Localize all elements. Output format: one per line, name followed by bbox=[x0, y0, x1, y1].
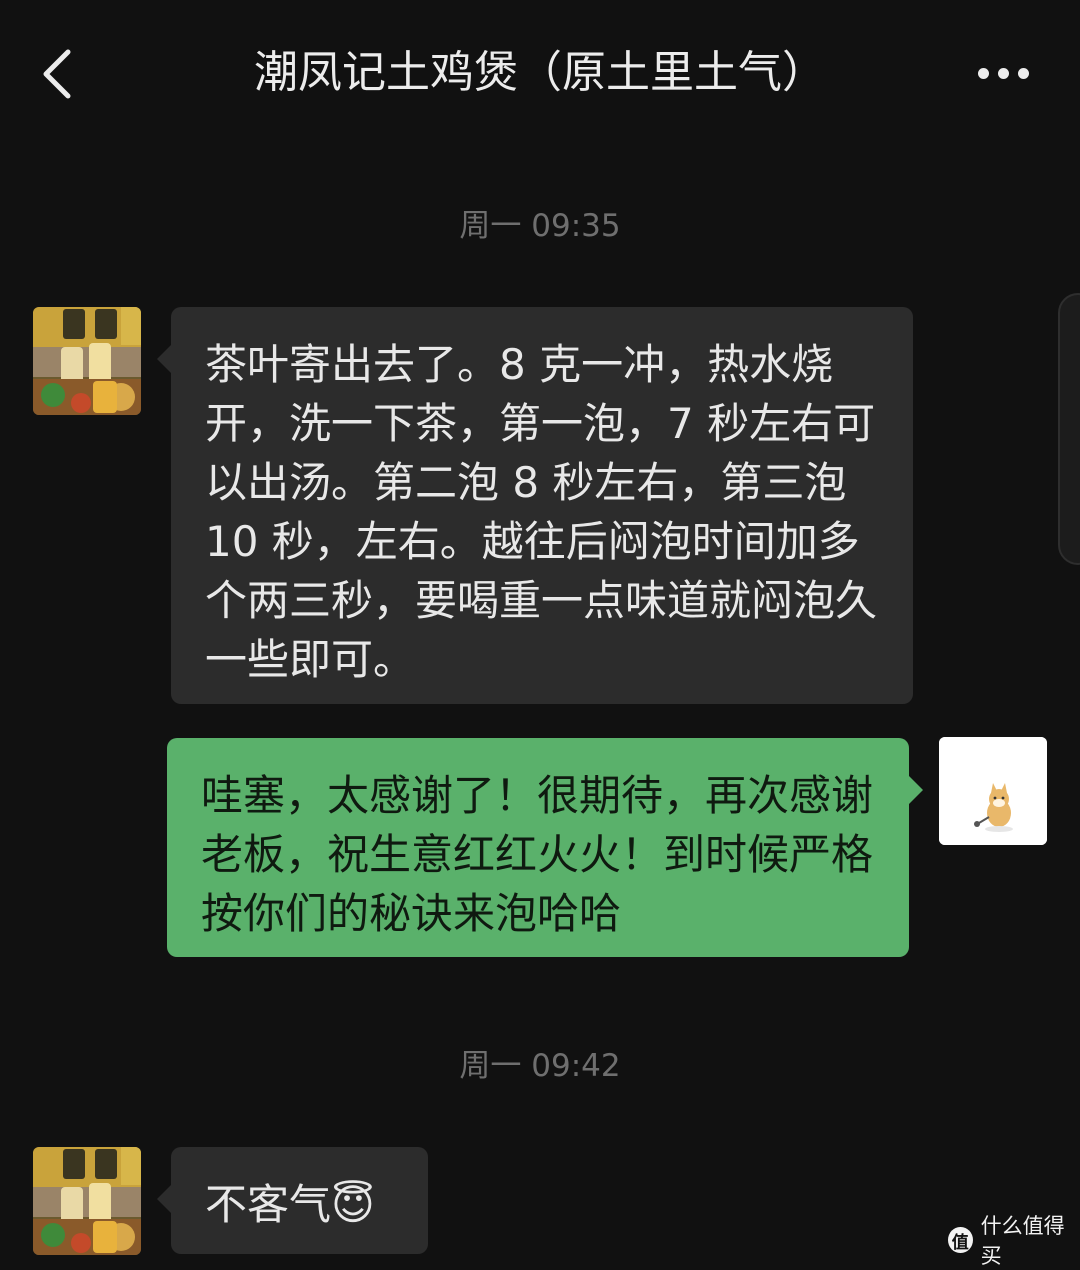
message-text: 哇塞，太感谢了！很期待，再次感谢老板，祝生意红红火火！到时候严格按你们的秘诀来泡… bbox=[201, 771, 874, 938]
chat-header: 潮凤记土鸡煲（原土里土气） bbox=[0, 0, 1080, 145]
message-timestamp: 周一 09:42 bbox=[459, 1048, 621, 1084]
back-button[interactable] bbox=[30, 38, 90, 108]
watermark-text: 什么值得买 bbox=[980, 1214, 1065, 1268]
incoming-message-bubble[interactable]: 茶叶寄出去了。8 克一冲，热水烧开，洗一下茶，第一泡，7 秒左右可以出汤。第二泡… bbox=[157, 307, 913, 704]
outgoing-message-bubble[interactable]: 哇塞，太感谢了！很期待，再次感谢老板，祝生意红红火火！到时候严格按你们的秘诀来泡… bbox=[167, 738, 923, 957]
message-timestamp: 周一 09:35 bbox=[459, 208, 621, 244]
my-avatar[interactable] bbox=[939, 737, 1047, 845]
watermark-logo-icon: 值 bbox=[948, 1227, 973, 1253]
incoming-message-bubble[interactable]: 不客气😇 bbox=[157, 1147, 428, 1254]
floating-side-handle[interactable] bbox=[1058, 293, 1080, 565]
chevron-left-icon bbox=[43, 49, 71, 99]
chat-title: 潮凤记土鸡煲（原土里土气） bbox=[254, 47, 826, 98]
message-text: 不客气😇 bbox=[205, 1180, 375, 1229]
watermark: 值 什么值得买 bbox=[948, 1214, 1080, 1268]
message-text: 茶叶寄出去了。8 克一冲，热水烧开，洗一下茶，第一泡，7 秒左右可以出汤。第二泡… bbox=[205, 340, 878, 684]
contact-avatar[interactable] bbox=[33, 1147, 141, 1255]
contact-avatar[interactable] bbox=[33, 307, 141, 415]
more-options-button[interactable] bbox=[968, 52, 1038, 96]
